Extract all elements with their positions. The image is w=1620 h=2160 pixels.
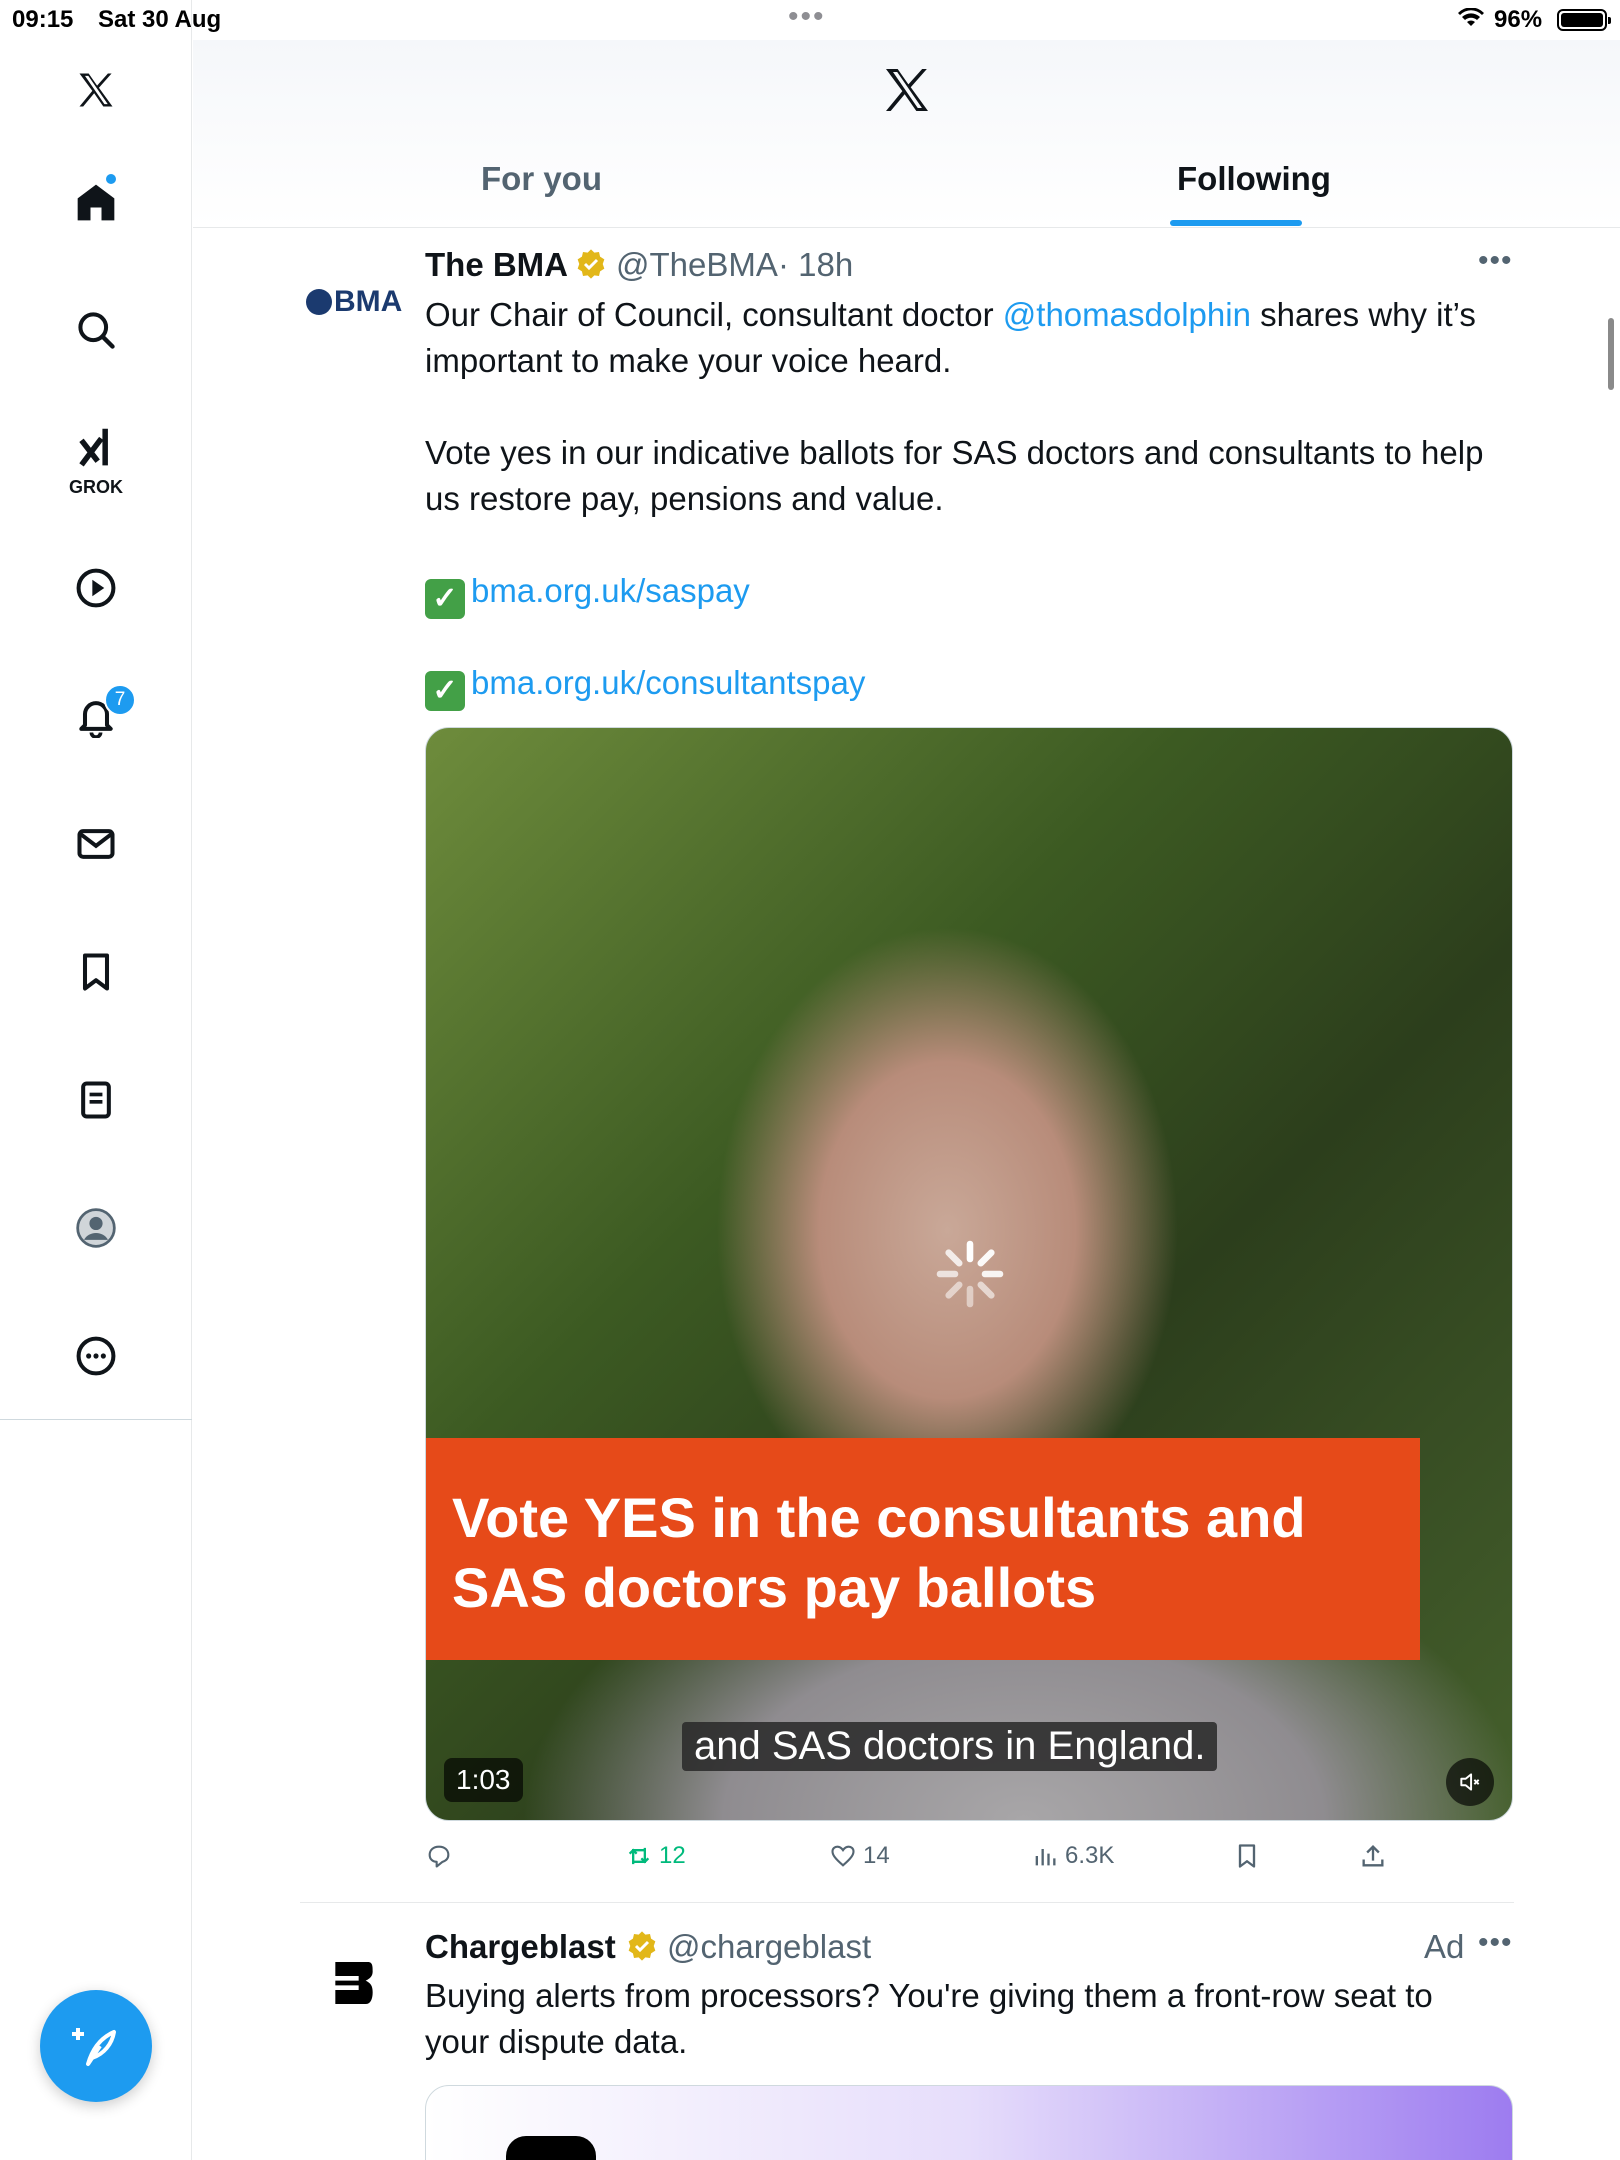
loading-spinner-icon: [936, 1240, 1004, 1308]
compose-feather-icon: [72, 2028, 116, 2066]
tweet-timestamp[interactable]: · 18h: [778, 246, 853, 284]
status-bar: 09:15 Sat 30 Aug ••• 96%: [0, 0, 1620, 40]
video-caption: and SAS doctors in England.: [682, 1722, 1218, 1771]
share-icon: [1362, 1845, 1384, 1867]
wifi-icon: [1458, 8, 1484, 26]
ad-author-name[interactable]: Chargeblast: [425, 1928, 616, 1966]
like-button[interactable]: 14: [829, 1842, 890, 1870]
bookmark-icon: [1238, 1844, 1256, 1868]
verified-badge-icon: [628, 1931, 656, 1961]
speaker-muted-icon: [1460, 1773, 1480, 1791]
share-button[interactable]: [1359, 1842, 1387, 1870]
reply-button[interactable]: [425, 1842, 453, 1870]
ad-label: Ad: [1424, 1928, 1465, 1965]
tweet-video[interactable]: Vote YES in the consultants and SAS doct…: [425, 727, 1513, 1821]
retweet-count: 12: [659, 1842, 686, 1869]
tweet-divider: [300, 1902, 1514, 1903]
link-consultantspay[interactable]: bma.org.uk/consultantspay: [471, 664, 865, 701]
tweet-text-part: Our Chair of Council, consultant doctor: [425, 296, 1003, 333]
messages-envelope-icon[interactable]: [68, 816, 124, 872]
mention-link[interactable]: @thomasdolphin: [1003, 296, 1251, 333]
notifications-badge: 7: [104, 684, 136, 716]
tweet-paragraph-2: Vote yes in our indicative ballots for S…: [425, 434, 1484, 517]
scrollbar[interactable]: [1608, 318, 1614, 390]
tweet-link-line-2: ✓ bma.org.uk/consultantspay: [425, 660, 1515, 711]
video-duration: 1:03: [444, 1758, 523, 1802]
views-button[interactable]: 6.3K: [1031, 1842, 1114, 1870]
tweet-author-name[interactable]: The BMA: [425, 246, 568, 284]
video-play-icon[interactable]: [68, 560, 124, 616]
grok-icon[interactable]: [68, 420, 124, 476]
verified-badge-icon: [577, 249, 605, 279]
link-saspay[interactable]: bma.org.uk/saspay: [471, 572, 750, 609]
bma-avatar-text: BMA: [334, 285, 403, 318]
bookmarks-icon[interactable]: [68, 944, 124, 1000]
tweet-author-handle[interactable]: @TheBMA: [616, 246, 778, 284]
like-count: 14: [863, 1842, 890, 1869]
views-chart-icon: [1035, 1849, 1056, 1866]
ad-text: Buying alerts from processors? You're gi…: [425, 1977, 1433, 2060]
retweet-button[interactable]: 12: [625, 1842, 686, 1870]
home-new-dot: [104, 172, 118, 186]
multitask-dots-icon[interactable]: •••: [788, 0, 826, 34]
bma-logo-icon: [306, 289, 332, 315]
search-icon[interactable]: [68, 302, 124, 358]
video-banner: Vote YES in the consultants and SAS doct…: [426, 1438, 1420, 1660]
timeline-header: For you Following: [193, 40, 1620, 228]
nav-divider: [0, 1419, 192, 1420]
ad-more-icon[interactable]: •••: [1478, 1926, 1513, 1960]
tab-for-you[interactable]: For you: [481, 160, 602, 198]
mute-button[interactable]: [1446, 1758, 1494, 1806]
bookmark-button[interactable]: [1233, 1842, 1261, 1870]
active-tab-indicator: [1170, 220, 1302, 226]
tab-following[interactable]: Following: [1177, 160, 1331, 198]
tweet-text: Our Chair of Council, consultant doctor …: [425, 292, 1515, 384]
views-count: 6.3K: [1065, 1842, 1115, 1869]
tweet-actions: 12 14 6.3K: [425, 1842, 1515, 1882]
tweet-more-icon[interactable]: •••: [1478, 244, 1513, 278]
bma-avatar[interactable]: BMA: [306, 285, 402, 319]
checkmark-emoji-icon: ✓: [425, 579, 465, 619]
tweet-link-line-1: ✓ bma.org.uk/saspay: [425, 568, 1515, 619]
heart-icon: [831, 1845, 855, 1867]
ad-media-card[interactable]: [425, 2085, 1513, 2160]
battery-icon: [1557, 9, 1611, 31]
side-navigation: GROK 7: [0, 0, 192, 2160]
lists-icon[interactable]: [68, 1072, 124, 1128]
checkmark-emoji-icon: ✓: [425, 671, 465, 711]
reply-icon: [428, 1845, 450, 1868]
more-options-icon[interactable]: [68, 1328, 124, 1384]
chargeblast-logo-icon[interactable]: [326, 1955, 382, 2011]
retweet-icon: [628, 1847, 650, 1865]
grok-label: GROK: [69, 477, 123, 497]
profile-avatar-icon[interactable]: [68, 1200, 124, 1256]
battery-percent: 96%: [1494, 6, 1543, 33]
compose-post-button[interactable]: [40, 1990, 152, 2102]
x-logo-icon[interactable]: [68, 62, 124, 118]
ad-author-handle[interactable]: @chargeblast: [667, 1928, 871, 1966]
x-header-logo-icon: [886, 69, 928, 111]
